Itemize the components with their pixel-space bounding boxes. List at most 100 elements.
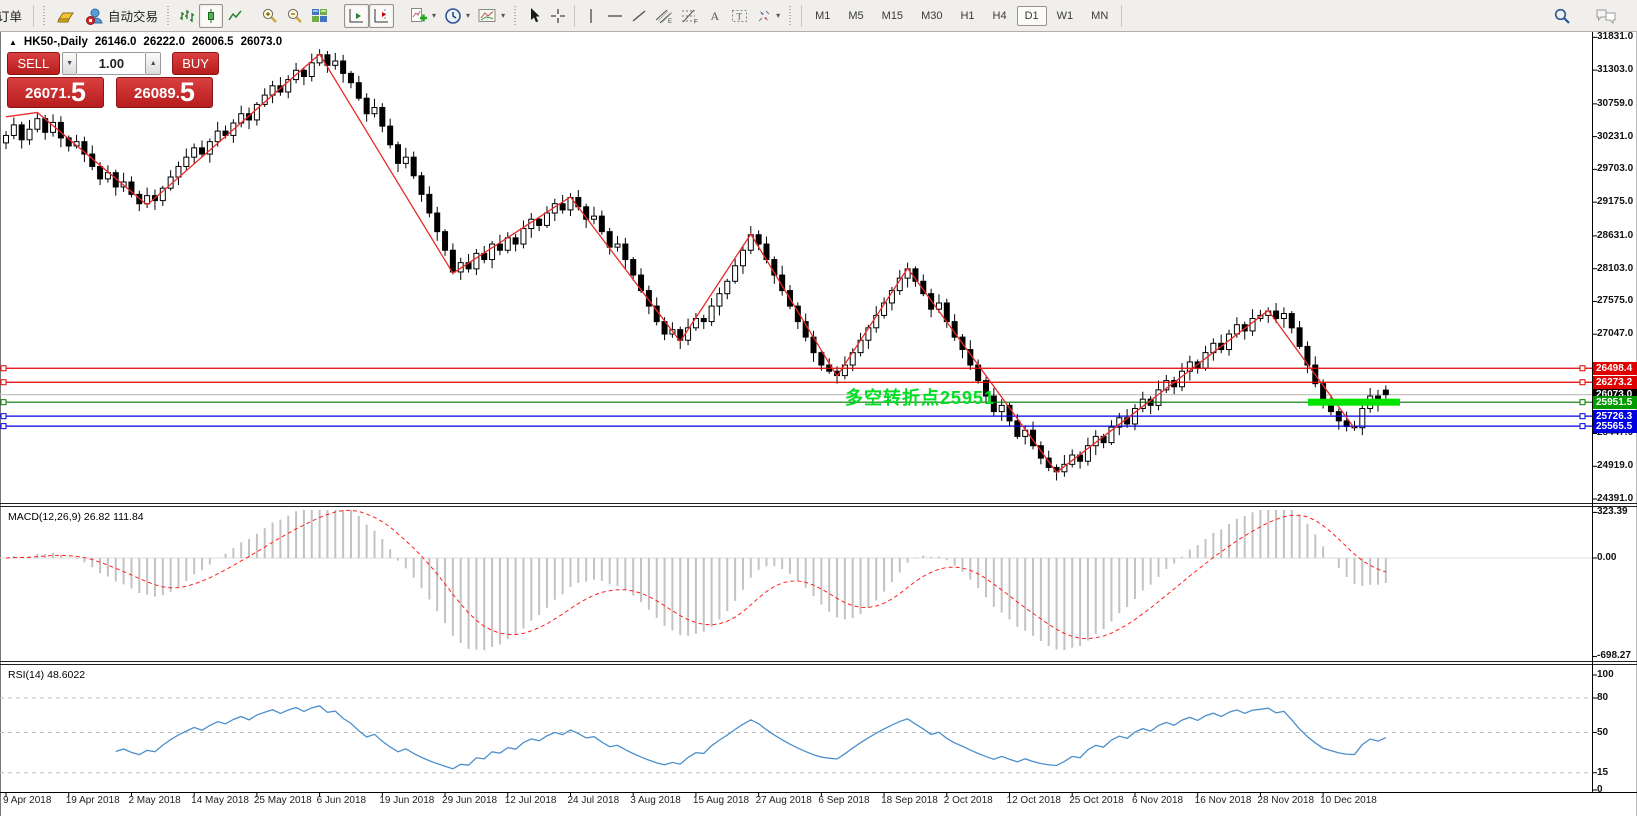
buy-button[interactable]: BUY bbox=[172, 52, 219, 75]
new-order-button[interactable]: 订单 bbox=[0, 4, 29, 28]
zoom-out-button[interactable] bbox=[282, 4, 307, 28]
dropdown-caret[interactable]: ▾ bbox=[501, 11, 505, 20]
candle-body bbox=[717, 294, 722, 306]
crosshair-button[interactable] bbox=[546, 4, 570, 28]
search-button[interactable] bbox=[1549, 4, 1575, 28]
search-icon bbox=[1553, 7, 1571, 25]
text-tool[interactable]: A bbox=[703, 4, 727, 28]
zoom-in-button[interactable] bbox=[257, 4, 282, 28]
candle-body bbox=[301, 70, 306, 76]
macd-name: MACD(12,26,9) bbox=[8, 511, 81, 523]
line-handle[interactable] bbox=[1580, 414, 1585, 419]
candle-body bbox=[341, 61, 346, 73]
chat-button[interactable] bbox=[1591, 4, 1621, 28]
timeframe-h1[interactable]: H1 bbox=[952, 6, 982, 26]
date-tick-label: 2 Oct 2018 bbox=[944, 795, 993, 806]
line-handle[interactable] bbox=[1580, 380, 1585, 385]
toolbar-grip[interactable] bbox=[788, 6, 793, 26]
sell-button[interactable]: SELL bbox=[7, 52, 60, 75]
timeframe-m5[interactable]: M5 bbox=[840, 6, 871, 26]
candle-body bbox=[435, 213, 440, 232]
pivot-highlight-bar[interactable] bbox=[1308, 399, 1400, 406]
bar-chart-button[interactable] bbox=[175, 4, 199, 28]
templates-button[interactable]: ▾ bbox=[474, 4, 509, 28]
ohlc-close: 26073.0 bbox=[241, 36, 283, 48]
dropdown-caret[interactable]: ▾ bbox=[432, 11, 436, 20]
toolbar-grip[interactable] bbox=[42, 6, 47, 26]
candle-body bbox=[356, 83, 361, 99]
candlestick-chart-button[interactable] bbox=[199, 4, 223, 28]
line-handle[interactable] bbox=[1, 366, 6, 371]
buy-price-button[interactable]: 26089.5 bbox=[116, 77, 213, 108]
timeframe-w1[interactable]: W1 bbox=[1049, 6, 1082, 26]
toolbar-separator bbox=[574, 5, 575, 27]
line-handle[interactable] bbox=[1, 380, 6, 385]
chart-area[interactable] bbox=[0, 0, 1637, 816]
price-tick-label: 28103.0 bbox=[1597, 263, 1633, 274]
candle-body bbox=[380, 108, 385, 127]
horizontal-line-icon bbox=[607, 9, 623, 23]
auto-scroll-button[interactable] bbox=[344, 4, 369, 28]
timeframe-d1[interactable]: D1 bbox=[1017, 6, 1047, 26]
trendline-tool[interactable] bbox=[627, 4, 651, 28]
dropdown-caret[interactable]: ▾ bbox=[466, 11, 470, 20]
text-icon: A bbox=[708, 8, 722, 23]
timeframe-m1[interactable]: M1 bbox=[807, 6, 838, 26]
periods-button[interactable]: ▾ bbox=[440, 4, 474, 28]
timeframe-m30[interactable]: M30 bbox=[913, 6, 950, 26]
candle-body bbox=[740, 250, 745, 266]
line-handle[interactable] bbox=[1, 424, 6, 429]
toolbar-grip[interactable] bbox=[513, 6, 518, 26]
candlestick-icon bbox=[203, 8, 219, 24]
line-handle[interactable] bbox=[1580, 366, 1585, 371]
timeframe-m15[interactable]: M15 bbox=[874, 6, 911, 26]
pivot-annotation-text[interactable]: 多空转折点25951 bbox=[845, 384, 995, 410]
line-handle[interactable] bbox=[1, 400, 6, 405]
gold-bar-icon-button[interactable] bbox=[51, 4, 81, 28]
resistance-line-2-price-label: 26273.2 bbox=[1593, 376, 1637, 389]
timeframe-mn[interactable]: MN bbox=[1083, 6, 1116, 26]
candle-body bbox=[474, 253, 479, 269]
chart-shift-button[interactable] bbox=[369, 4, 394, 28]
indicators-button[interactable]: ▾ bbox=[406, 4, 440, 28]
line-handle[interactable] bbox=[1, 414, 6, 419]
sell-price-button[interactable]: 26071.5 bbox=[7, 77, 104, 108]
candle-body bbox=[1180, 371, 1185, 387]
timeframe-h4[interactable]: H4 bbox=[985, 6, 1015, 26]
date-tick-label: 2 May 2018 bbox=[128, 795, 180, 806]
vertical-line-tool[interactable] bbox=[579, 4, 603, 28]
volume-input[interactable] bbox=[77, 52, 145, 75]
candle-body bbox=[623, 244, 628, 260]
price-tick-label: 29703.0 bbox=[1597, 163, 1633, 174]
indicators-icon bbox=[410, 7, 428, 24]
price-tick-label: 31831.0 bbox=[1597, 31, 1633, 42]
candle-body bbox=[19, 125, 24, 140]
candle-body bbox=[537, 219, 542, 225]
buy-price-big: 5 bbox=[180, 79, 195, 106]
tile-windows-button[interactable] bbox=[307, 4, 332, 28]
text-label-tool[interactable]: T bbox=[727, 4, 752, 28]
candle-body bbox=[443, 232, 448, 251]
chart-shift-icon bbox=[373, 8, 390, 24]
resistance-line-1[interactable] bbox=[0, 366, 1592, 371]
toolbar-grip[interactable] bbox=[166, 6, 171, 26]
horizontal-line-tool[interactable] bbox=[603, 4, 627, 28]
volume-increase-button[interactable]: ▲ bbox=[145, 52, 161, 75]
dropdown-caret[interactable]: ▾ bbox=[776, 11, 780, 20]
collapse-panel-icon[interactable]: ▲ bbox=[9, 38, 17, 47]
fibonacci-tool[interactable]: F bbox=[677, 4, 703, 28]
autotrade-button[interactable]: 自动交易 bbox=[81, 4, 162, 28]
toolbar-separator bbox=[801, 5, 802, 27]
equidistant-channel-tool[interactable]: E bbox=[651, 4, 677, 28]
date-tick-label: 24 Jul 2018 bbox=[567, 795, 619, 806]
support-line-1[interactable] bbox=[0, 414, 1592, 419]
cursor-button[interactable] bbox=[522, 4, 546, 28]
arrows-tool[interactable]: ▾ bbox=[752, 4, 784, 28]
volume-decrease-button[interactable]: ▼ bbox=[62, 52, 78, 75]
resistance-line-2[interactable] bbox=[0, 380, 1592, 385]
line-handle[interactable] bbox=[1580, 400, 1585, 405]
date-tick-label: 10 Dec 2018 bbox=[1320, 795, 1377, 806]
line-handle[interactable] bbox=[1580, 424, 1585, 429]
candle-body bbox=[215, 131, 220, 142]
line-chart-button[interactable] bbox=[223, 4, 247, 28]
